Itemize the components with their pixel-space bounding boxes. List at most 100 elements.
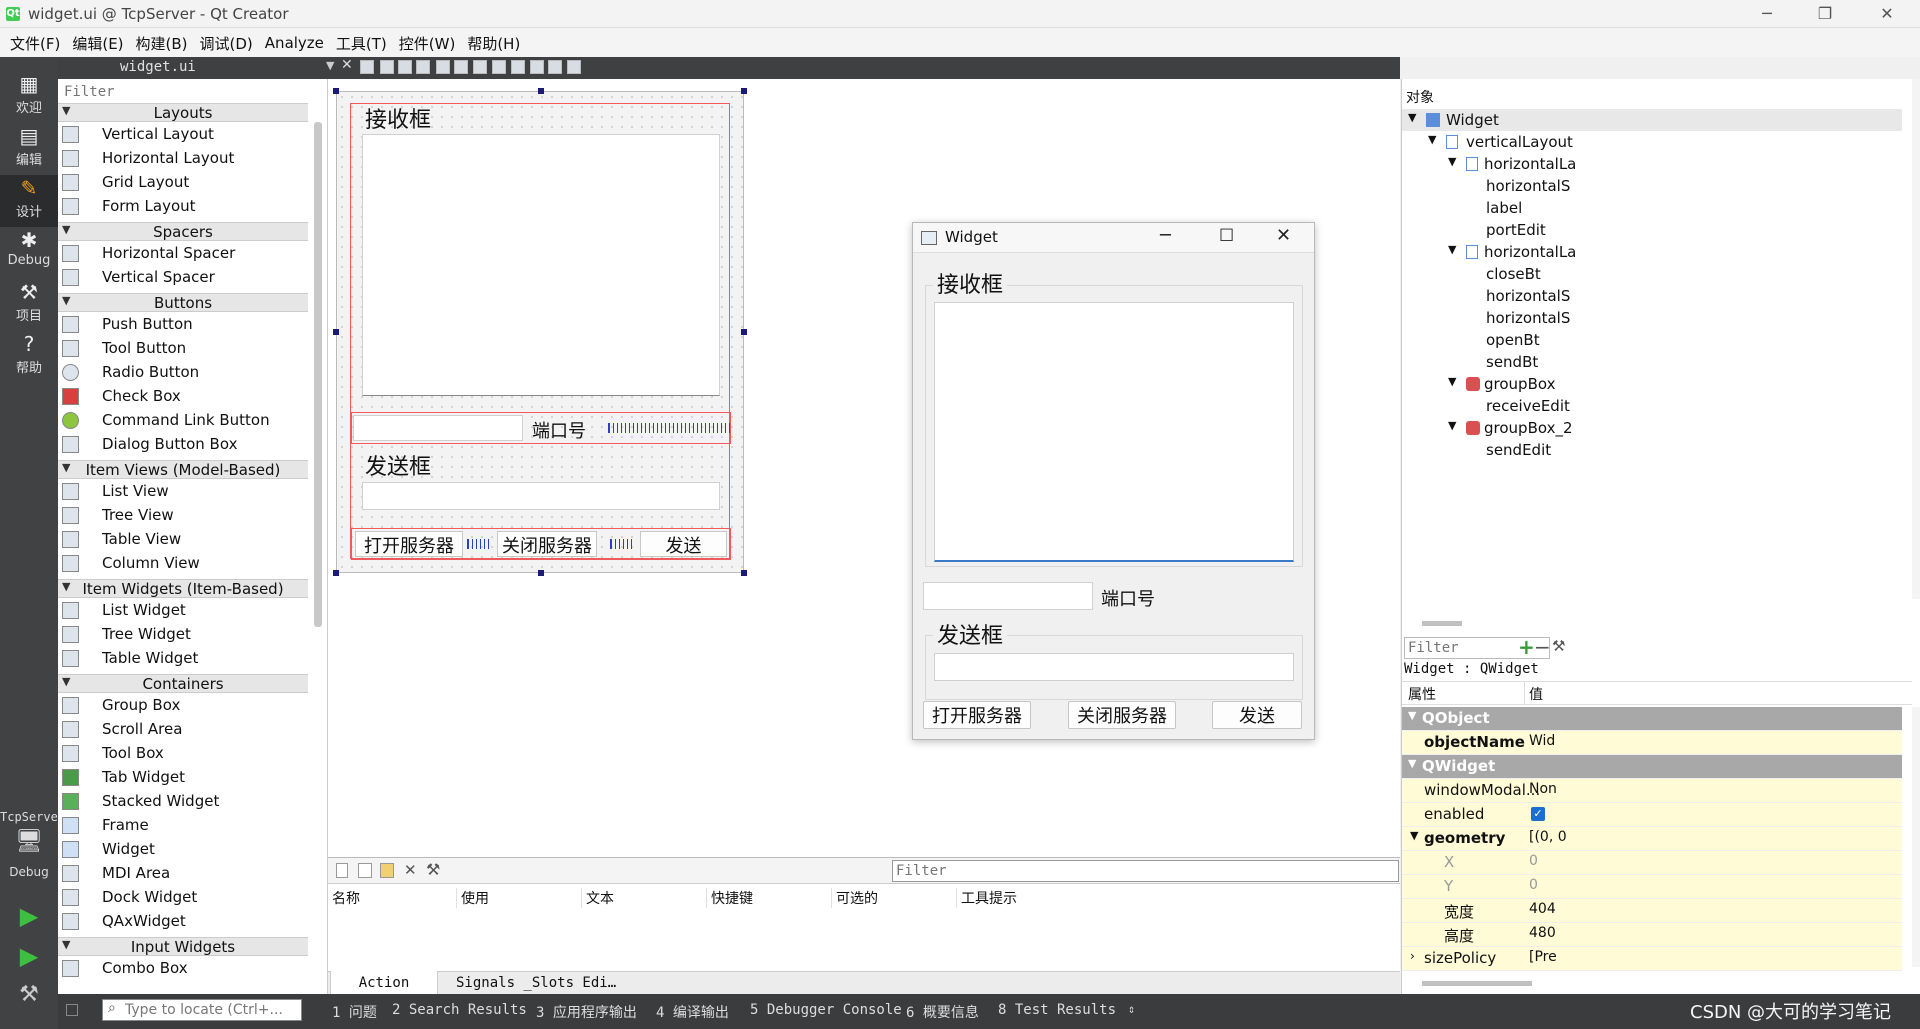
- mode-edit[interactable]: ▤ 编辑: [0, 123, 58, 175]
- chevron-down-icon[interactable]: ▼: [326, 59, 334, 72]
- action-filter-input[interactable]: [892, 860, 1399, 882]
- column-name[interactable]: 名称: [332, 888, 360, 908]
- widget-item[interactable]: Horizontal Layout: [58, 147, 308, 171]
- open-server-button[interactable]: 打开服务器: [355, 531, 463, 557]
- prop-geometry[interactable]: ▼ geometry [(0, 0: [1402, 827, 1902, 851]
- restore-icon[interactable]: ❐: [1796, 0, 1854, 28]
- prop-windowmodality[interactable]: windowModal... Non: [1402, 779, 1902, 803]
- locator-input[interactable]: Type to locate (Ctrl+...: [102, 999, 302, 1021]
- horizontal-spacer[interactable]: [608, 423, 730, 433]
- receive-edit[interactable]: [362, 134, 720, 396]
- resize-handle[interactable]: [333, 570, 339, 576]
- widget-item[interactable]: Tree View: [58, 504, 308, 528]
- category-input-widgets[interactable]: ▼ Input Widgets: [58, 937, 308, 956]
- configure-icon[interactable]: ⚒: [426, 860, 440, 879]
- menu-file[interactable]: 文件(F): [4, 33, 66, 54]
- tree-row[interactable]: horizontalS: [1402, 307, 1902, 329]
- break-layout-icon[interactable]: [548, 60, 562, 74]
- pane-test-results[interactable]: 8 Test Results: [998, 1002, 1116, 1018]
- category-containers[interactable]: ▼ Containers: [58, 674, 308, 693]
- preview-send-edit[interactable]: [934, 653, 1294, 681]
- tree-row[interactable]: sendEdit: [1402, 439, 1902, 461]
- mode-welcome[interactable]: ▦ 欢迎: [0, 71, 58, 123]
- resize-handle[interactable]: [741, 570, 747, 576]
- widget-item[interactable]: Command Link Button: [58, 409, 308, 433]
- mode-help[interactable]: ? 帮助: [0, 331, 58, 383]
- remove-property-icon[interactable]: −: [1534, 635, 1551, 659]
- menu-build[interactable]: 构建(B): [130, 33, 194, 54]
- layout-horizontal-icon[interactable]: [436, 60, 450, 74]
- minimize-icon[interactable]: ─: [1738, 0, 1796, 28]
- widget-item[interactable]: Combo Box: [58, 957, 308, 981]
- widget-item[interactable]: Tool Box: [58, 742, 308, 766]
- widget-item[interactable]: Radio Button: [58, 361, 308, 385]
- edit-widgets-icon[interactable]: [360, 60, 374, 74]
- send-edit[interactable]: [362, 482, 720, 510]
- category-item-views[interactable]: ▼ Item Views (Model-Based): [58, 460, 308, 479]
- object-hscrollbar[interactable]: [1422, 621, 1462, 626]
- column-checkable[interactable]: 可选的: [831, 888, 878, 908]
- toggle-sidebar-icon[interactable]: [66, 1004, 78, 1016]
- tree-row[interactable]: openBt: [1402, 329, 1902, 351]
- widget-item[interactable]: Tree Widget: [58, 623, 308, 647]
- widget-item[interactable]: Dialog Button Box: [58, 433, 308, 457]
- tree-row-horizontallayout[interactable]: ▼ horizontalLa: [1402, 241, 1902, 263]
- tree-row[interactable]: sendBt: [1402, 351, 1902, 373]
- mode-design[interactable]: ✎ 设计: [0, 175, 58, 227]
- checkbox-checked-icon[interactable]: ✓: [1531, 807, 1545, 821]
- widget-item[interactable]: Frame: [58, 814, 308, 838]
- pane-search-results[interactable]: 2 Search Results: [392, 1002, 527, 1018]
- menu-analyze[interactable]: Analyze: [259, 34, 330, 52]
- monitor-icon[interactable]: 🖥: [0, 829, 58, 854]
- pane-debugger-console[interactable]: 5 Debugger Console: [750, 1002, 902, 1018]
- prop-sizepolicy[interactable]: › sizePolicy [Pre: [1402, 947, 1902, 971]
- close-icon[interactable]: ✕: [1858, 0, 1916, 28]
- adjust-size-icon[interactable]: [567, 60, 581, 74]
- pane-general-messages[interactable]: 6 概要信息: [906, 1002, 979, 1022]
- widget-item[interactable]: Stacked Widget: [58, 790, 308, 814]
- new-action-icon[interactable]: [336, 863, 348, 878]
- send-button[interactable]: 发送: [640, 531, 727, 557]
- widget-item[interactable]: Scroll Area: [58, 718, 308, 742]
- preview-open-server-button[interactable]: 打开服务器: [923, 701, 1031, 729]
- form-editor[interactable]: 接收框 端口号 发送框 打开服务器 关闭服务器 发送: [333, 88, 747, 576]
- layout-vertical-icon[interactable]: [454, 60, 468, 74]
- property-hscrollbar[interactable]: [1422, 981, 1532, 986]
- widget-item[interactable]: Table Widget: [58, 647, 308, 671]
- mode-projects[interactable]: ⚒ 项目: [0, 279, 58, 331]
- horizontal-spacer[interactable]: [467, 539, 489, 549]
- widget-item[interactable]: Column View: [58, 552, 308, 576]
- preview-maximize-icon[interactable]: ☐: [1219, 226, 1234, 246]
- object-scrollbar[interactable]: [1912, 79, 1920, 599]
- tree-row[interactable]: label: [1402, 197, 1902, 219]
- widget-box-scrollbar[interactable]: [314, 122, 322, 627]
- mode-debug[interactable]: ✱ Debug: [0, 227, 58, 279]
- category-layouts[interactable]: ▼ Layouts: [58, 103, 308, 122]
- widget-item[interactable]: MDI Area: [58, 862, 308, 886]
- build-hammer-icon[interactable]: ⚒: [0, 982, 58, 1007]
- widget-item[interactable]: Vertical Spacer: [58, 266, 308, 290]
- tree-row[interactable]: receiveEdit: [1402, 395, 1902, 417]
- tree-row-groupbox[interactable]: ▼ groupBox_2: [1402, 417, 1902, 439]
- run-icon[interactable]: ▶: [0, 902, 58, 930]
- tree-row-verticallayout[interactable]: ▼ verticalLayout: [1402, 131, 1902, 153]
- resize-handle[interactable]: [333, 329, 339, 335]
- widget-item[interactable]: Tool Button: [58, 337, 308, 361]
- prop-group-qobject[interactable]: ▼ QObject: [1402, 707, 1902, 731]
- tab-action-editor[interactable]: Action Editor: [330, 971, 438, 1015]
- menu-widgets[interactable]: 控件(W): [393, 33, 462, 54]
- paste-action-icon[interactable]: [380, 863, 394, 878]
- property-scrollbar[interactable]: [1912, 707, 1920, 967]
- resize-handle[interactable]: [538, 88, 544, 94]
- tree-row-horizontallayout[interactable]: ▼ horizontalLa: [1402, 153, 1902, 175]
- tree-row-groupbox[interactable]: ▼ groupBox: [1402, 373, 1902, 395]
- edit-signals-icon[interactable]: [380, 60, 394, 74]
- resize-handle[interactable]: [333, 88, 339, 94]
- add-property-icon[interactable]: +: [1518, 635, 1535, 659]
- resize-handle[interactable]: [741, 88, 747, 94]
- pane-compile-output[interactable]: 4 编译输出: [656, 1002, 729, 1022]
- widget-item[interactable]: QAxWidget: [58, 910, 308, 934]
- prop-width[interactable]: 宽度 404: [1402, 899, 1902, 923]
- delete-action-icon[interactable]: ✕: [404, 861, 417, 879]
- tree-row[interactable]: horizontalS: [1402, 175, 1902, 197]
